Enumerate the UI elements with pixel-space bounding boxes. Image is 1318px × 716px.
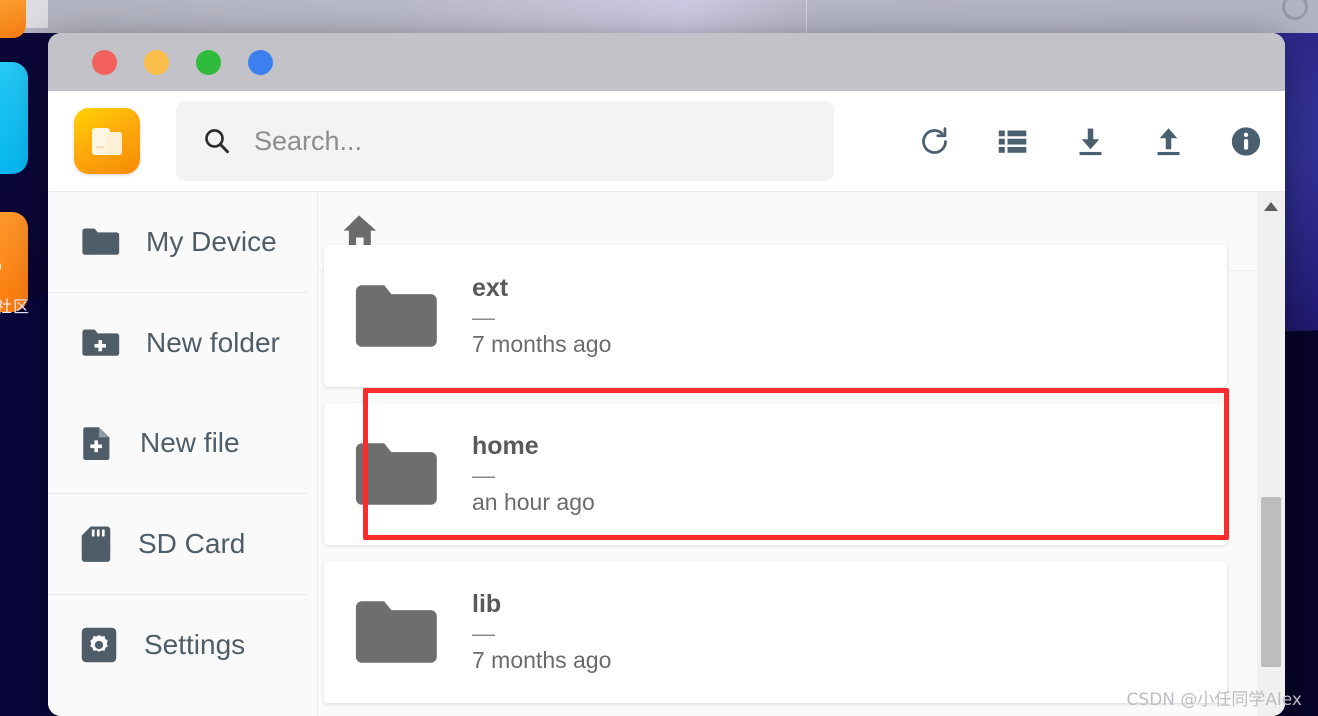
table-row[interactable]: lib — 7 months ago: [324, 561, 1227, 703]
sidebar-item-label: New folder: [146, 327, 280, 358]
background-window-spinner-icon: [1282, 0, 1308, 20]
refresh-icon: [921, 126, 947, 154]
refresh-button[interactable]: [917, 124, 951, 158]
home-icon[interactable]: [340, 213, 378, 249]
sidebar-item-label: Settings: [144, 629, 246, 660]
list-icon: [998, 130, 1026, 153]
sidebar-item-new-folder[interactable]: New folder: [48, 293, 317, 393]
file-browser: ext — 7 months ago home — an hour ago li…: [318, 192, 1285, 716]
upload-icon: [1157, 127, 1179, 155]
sidebar-item-label: New file: [140, 427, 240, 458]
info-button[interactable]: [1229, 124, 1263, 158]
sidebar-item-label: My Device: [146, 226, 277, 257]
desktop: 社区 Search... My Device New folder New fi…: [0, 0, 1318, 716]
search-input-placeholder: Search...: [254, 125, 363, 156]
file-size: —: [472, 619, 495, 646]
file-name: ext: [472, 273, 509, 302]
table-row[interactable]: home — an hour ago: [324, 403, 1227, 545]
file-list: ext — 7 months ago home — an hour ago li…: [318, 245, 1255, 716]
file-modified: an hour ago: [472, 489, 595, 516]
background-window-seam: [806, 0, 807, 33]
desktop-icon-orange-top[interactable]: [0, 0, 26, 38]
desktop-icon-cyan[interactable]: [0, 62, 28, 174]
window-body: My Device New folder New file SD Card Se…: [48, 192, 1285, 716]
sidebar-item-settings[interactable]: Settings: [48, 595, 317, 695]
file-size: —: [472, 303, 495, 330]
desktop-icon-orange-glyph: [0, 258, 1, 275]
extra-button[interactable]: [248, 49, 273, 75]
folder-plus-icon: [82, 329, 120, 356]
toolbar-buttons: [917, 124, 1263, 158]
folder-icon: [355, 601, 437, 663]
folder-icon: [355, 443, 437, 505]
toolbar: Search...: [48, 91, 1285, 192]
folder-file-glyph: [92, 128, 122, 155]
search-field[interactable]: Search...: [176, 101, 834, 181]
file-manager-logo: [74, 108, 140, 174]
file-modified: 7 months ago: [472, 647, 612, 674]
sidebar-item-my-device[interactable]: My Device: [48, 192, 317, 292]
scroll-thumb[interactable]: [1261, 497, 1281, 667]
info-icon: [1231, 126, 1261, 156]
folder-icon: [82, 228, 120, 255]
file-row-text: home — an hour ago: [472, 432, 595, 516]
file-plus-icon: [83, 427, 110, 461]
window-titlebar: [48, 33, 1285, 91]
sidebar: My Device New folder New file SD Card Se…: [48, 192, 318, 716]
sidebar-item-new-file[interactable]: New file: [48, 393, 317, 493]
background-window-titlebar: [0, 0, 1318, 33]
sidebar-item-sd-card[interactable]: SD Card: [48, 494, 317, 594]
file-row-text: ext — 7 months ago: [472, 274, 611, 358]
folder-icon: [355, 285, 437, 347]
minimize-button[interactable]: [144, 49, 169, 75]
search-icon: [205, 129, 229, 154]
upload-button[interactable]: [1151, 124, 1185, 158]
file-row-text: lib — 7 months ago: [472, 590, 611, 674]
file-size: —: [472, 461, 495, 488]
list-view-button[interactable]: [995, 124, 1029, 158]
download-icon: [1079, 128, 1101, 155]
maximize-button[interactable]: [196, 49, 221, 75]
close-button[interactable]: [92, 49, 117, 75]
watermark: CSDN @小任同学Alex: [1126, 690, 1302, 710]
download-button[interactable]: [1073, 124, 1107, 158]
file-modified: 7 months ago: [472, 331, 612, 358]
desktop-icon-label: 社区: [0, 297, 31, 316]
vertical-scrollbar[interactable]: [1257, 192, 1285, 716]
table-row[interactable]: ext — 7 months ago: [324, 245, 1227, 387]
file-name: home: [472, 431, 539, 460]
sd-card-icon: [81, 526, 111, 562]
file-name: lib: [472, 589, 502, 618]
file-manager-window: Search... My Device New folder New file …: [48, 33, 1285, 716]
gear-icon: [81, 627, 117, 663]
sidebar-item-label: SD Card: [138, 528, 246, 559]
scroll-up-arrow-icon[interactable]: [1264, 202, 1278, 211]
